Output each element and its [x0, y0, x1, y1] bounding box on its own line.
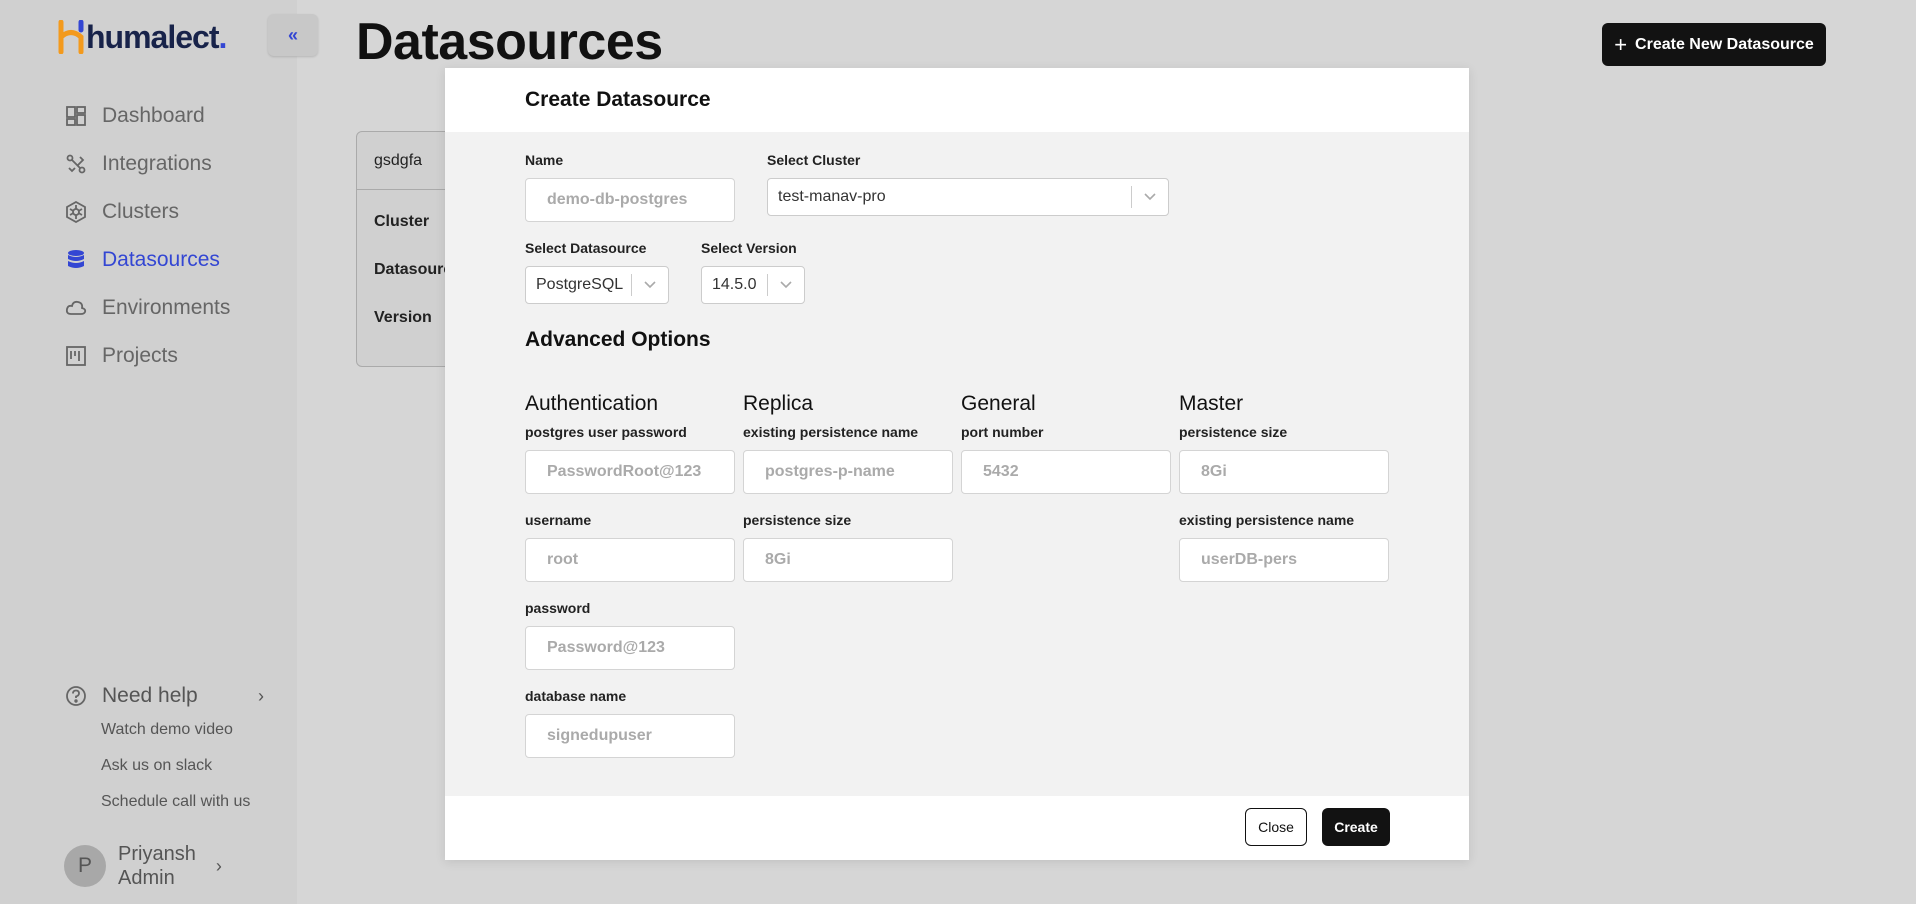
version-label: Select Version	[701, 240, 797, 256]
plus-icon: +	[1614, 31, 1628, 57]
cloud-icon	[64, 296, 88, 320]
chevron-down-icon	[632, 280, 668, 290]
avatar: P	[64, 845, 106, 887]
postgres-password-field-group: postgres user password	[525, 424, 735, 494]
version-field-group: Select Version 14.5.0	[701, 240, 805, 304]
double-chevron-left-icon: «	[287, 24, 298, 45]
password-input[interactable]	[525, 626, 735, 670]
replica-existing-persistence-field-group: existing persistence name	[743, 424, 953, 494]
cluster-select-value: test-manav-pro	[778, 188, 886, 205]
user-role: Admin	[118, 867, 175, 889]
postgres-password-input[interactable]	[525, 450, 735, 494]
sidebar-item-projects[interactable]: Projects	[64, 332, 230, 380]
dashboard-icon	[64, 104, 88, 128]
sidebar-nav: Dashboard Integrations Clusters Datasour…	[64, 92, 230, 380]
name-label: Name	[525, 152, 564, 168]
sidebar-item-label: Environments	[102, 296, 231, 319]
chevron-right-icon: ›	[215, 855, 222, 876]
master-persistence-size-field-group: persistence size	[1179, 424, 1389, 494]
sidebar-item-label: Projects	[102, 344, 178, 367]
cluster-select[interactable]: test-manav-pro	[767, 178, 1169, 216]
master-title: Master	[1179, 392, 1244, 415]
modal-footer: Close Create	[445, 796, 1469, 860]
sidebar-item-label: Clusters	[102, 200, 180, 223]
version-select-value: 14.5.0	[712, 276, 757, 293]
watch-demo-link[interactable]: Watch demo video	[101, 712, 264, 748]
sidebar: humalect. « Dashboard Integrations Clust…	[0, 0, 318, 904]
general-title: General	[961, 392, 1036, 415]
cluster-label: Select Cluster	[767, 152, 861, 168]
create-datasource-modal: Create Datasource Name Select Cluster te…	[445, 68, 1469, 860]
chevron-down-icon	[768, 280, 804, 290]
user-name: Priyansh	[118, 843, 196, 865]
create-new-datasource-button[interactable]: + Create New Datasource	[1602, 23, 1826, 66]
master-existing-persistence-input[interactable]	[1179, 538, 1389, 582]
version-select[interactable]: 14.5.0	[701, 266, 805, 304]
clusters-icon	[64, 200, 88, 224]
name-input[interactable]	[525, 178, 735, 222]
master-existing-persistence-label: existing persistence name	[1179, 512, 1355, 528]
replica-persistence-size-field-group: persistence size	[743, 512, 953, 582]
slack-link[interactable]: Ask us on slack	[101, 748, 264, 784]
schedule-call-link[interactable]: Schedule call with us	[101, 784, 264, 820]
chevron-right-icon: ›	[258, 685, 264, 706]
database-name-input[interactable]	[525, 714, 735, 758]
brand-name: humalect.	[86, 18, 227, 55]
replica-existing-persistence-label: existing persistence name	[743, 424, 919, 440]
master-persistence-size-label: persistence size	[1179, 424, 1288, 440]
postgres-password-label: postgres user password	[525, 424, 687, 440]
logo-mark-icon	[58, 19, 84, 55]
sidebar-item-label: Integrations	[102, 152, 212, 175]
sidebar-item-dashboard[interactable]: Dashboard	[64, 92, 230, 140]
user-info: Priyansh Admin	[118, 842, 196, 890]
datasource-label: Select Datasource	[525, 240, 647, 256]
port-number-field-group: port number	[961, 424, 1171, 494]
password-label: password	[525, 600, 591, 616]
create-button[interactable]: Create	[1322, 808, 1390, 846]
sidebar-item-label: Dashboard	[102, 104, 205, 127]
database-name-field-group: database name	[525, 688, 735, 758]
replica-persistence-size-input[interactable]	[743, 538, 953, 582]
sidebar-item-clusters[interactable]: Clusters	[64, 188, 230, 236]
database-name-label: database name	[525, 688, 627, 704]
page-title: Datasources	[356, 13, 663, 71]
sidebar-item-datasources[interactable]: Datasources	[64, 236, 230, 284]
username-label: username	[525, 512, 592, 528]
advanced-options-title: Advanced Options	[525, 328, 711, 351]
brand-logo[interactable]: humalect.	[58, 18, 227, 56]
master-persistence-size-input[interactable]	[1179, 450, 1389, 494]
master-existing-persistence-field-group: existing persistence name	[1179, 512, 1389, 582]
datasource-select-value: PostgreSQL	[536, 276, 624, 293]
need-help-toggle[interactable]: Need help ›	[64, 680, 264, 712]
datasource-field-group: Select Datasource PostgreSQL	[525, 240, 669, 304]
datasource-select[interactable]: PostgreSQL	[525, 266, 669, 304]
replica-existing-persistence-input[interactable]	[743, 450, 953, 494]
sidebar-item-integrations[interactable]: Integrations	[64, 140, 230, 188]
chevron-down-icon	[1132, 192, 1168, 202]
integrations-icon	[64, 152, 88, 176]
collapse-sidebar-button[interactable]: «	[268, 14, 318, 56]
port-number-input[interactable]	[961, 450, 1171, 494]
sidebar-item-environments[interactable]: Environments	[64, 284, 230, 332]
name-field-group: Name	[525, 152, 735, 222]
port-number-label: port number	[961, 424, 1044, 440]
close-button[interactable]: Close	[1245, 808, 1307, 846]
modal-title: Create Datasource	[445, 68, 1469, 132]
question-circle-icon	[64, 684, 88, 708]
username-field-group: username	[525, 512, 735, 582]
database-icon	[64, 248, 88, 272]
authentication-title: Authentication	[525, 392, 659, 415]
user-menu[interactable]: P Priyansh Admin ›	[64, 842, 222, 890]
password-field-group: password	[525, 600, 735, 670]
help-section: Need help › Watch demo video Ask us on s…	[64, 680, 264, 820]
replica-title: Replica	[743, 392, 814, 415]
create-new-datasource-label: Create New Datasource	[1635, 35, 1814, 53]
replica-persistence-size-label: persistence size	[743, 512, 852, 528]
need-help-label: Need help	[102, 684, 198, 707]
projects-icon	[64, 344, 88, 368]
username-input[interactable]	[525, 538, 735, 582]
cluster-field-group: Select Cluster test-manav-pro	[767, 152, 1169, 216]
sidebar-item-label: Datasources	[102, 248, 220, 271]
